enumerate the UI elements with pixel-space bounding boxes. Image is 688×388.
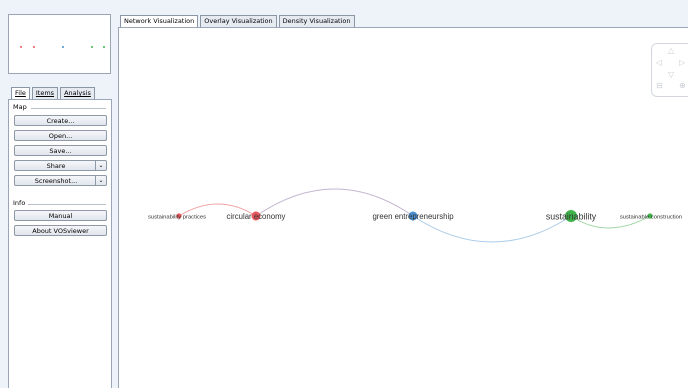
down-arrow-icon[interactable]: ▽ xyxy=(668,71,674,79)
zoom-out-icon[interactable]: ⊟ xyxy=(656,82,663,90)
network-map[interactable]: sustainability practices circular econom… xyxy=(0,0,688,388)
right-arrow-icon[interactable]: ▷ xyxy=(679,59,685,67)
label-circular-economy: circular economy xyxy=(227,212,286,221)
up-arrow-icon[interactable]: △ xyxy=(668,47,674,55)
left-arrow-icon[interactable]: ◁ xyxy=(656,59,662,67)
navigation-control: △ ◁ ▷ ▽ ⊟ ⊕ xyxy=(651,43,688,97)
label-sustainability-practices: sustainability practices xyxy=(148,215,206,221)
label-green-entrepreneurship: green entrepreneurship xyxy=(372,212,454,221)
label-sustainable-construction: sustainable construction xyxy=(620,215,682,221)
zoom-in-icon[interactable]: ⊕ xyxy=(679,82,686,90)
label-sustainability: sustainability xyxy=(546,212,597,222)
